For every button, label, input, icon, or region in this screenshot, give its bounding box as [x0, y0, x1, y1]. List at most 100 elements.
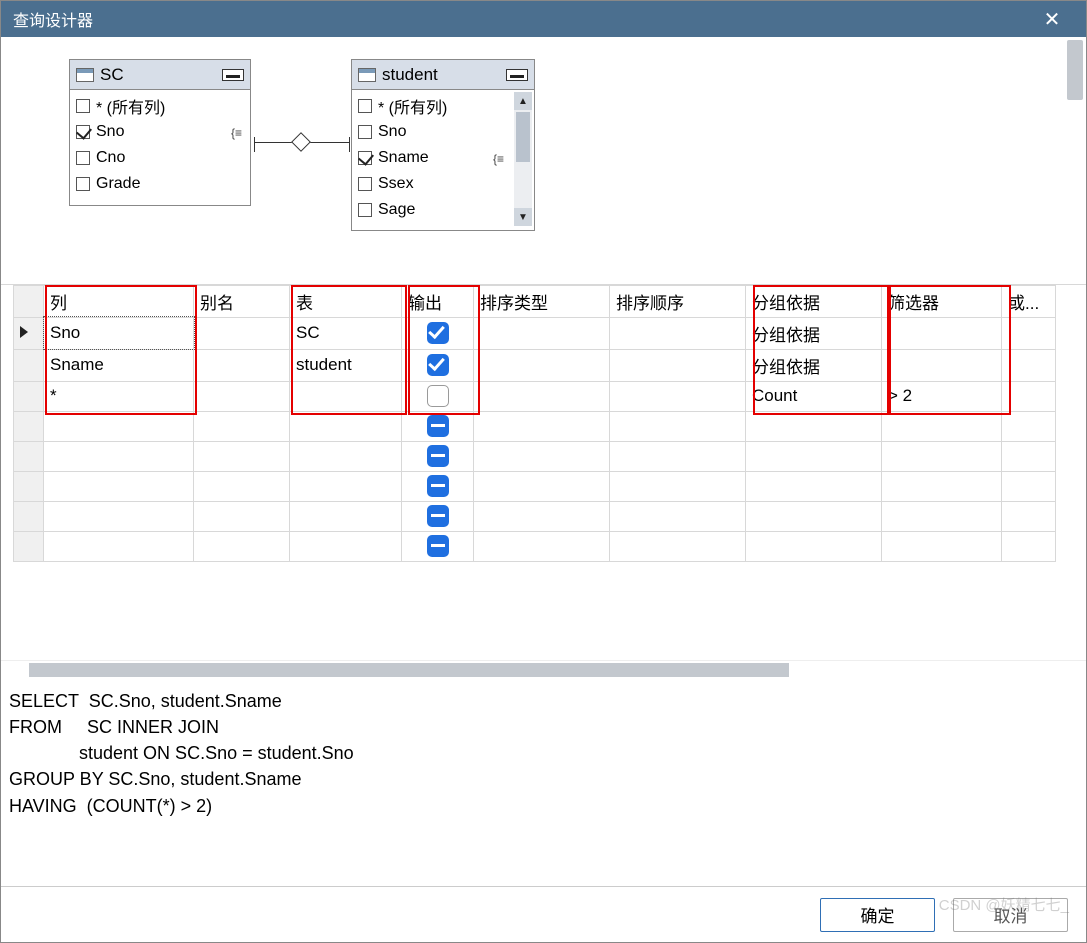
grid-cell-output[interactable]	[402, 501, 474, 531]
grid-header-filter[interactable]: 筛选器	[882, 285, 1002, 317]
grid-cell[interactable]	[1002, 471, 1056, 501]
grid-cell[interactable]	[474, 501, 610, 531]
col-sc-sno[interactable]: Sno{≡	[70, 119, 250, 145]
ok-button[interactable]: 确定	[820, 898, 935, 932]
grid-header-groupby[interactable]: 分组依据	[746, 285, 882, 317]
grid-cell[interactable]	[474, 349, 610, 381]
grid-row[interactable]	[14, 441, 1056, 471]
grid-cell[interactable]	[474, 441, 610, 471]
table-box-student[interactable]: student * (所有列) Sno Sname{≡ Ssex Sage ▲ …	[351, 59, 535, 231]
grid-header-sorttype[interactable]: 排序类型	[474, 285, 610, 317]
grid-cell[interactable]	[1002, 441, 1056, 471]
grid-cell[interactable]	[474, 411, 610, 441]
col-student-sname[interactable]: Sname{≡	[352, 145, 512, 171]
table-box-sc[interactable]: SC * (所有列) Sno{≡ Cno Grade	[69, 59, 251, 206]
grid-row[interactable]: Sname student 分组依据	[14, 349, 1056, 381]
grid-cell[interactable]	[290, 531, 402, 561]
scroll-up-icon[interactable]: ▲	[514, 92, 532, 110]
grid-cell-output[interactable]	[402, 411, 474, 441]
grid-cell[interactable]	[610, 349, 746, 381]
grid-cell[interactable]: 分组依据	[746, 349, 882, 381]
grid-header-or[interactable]: 或...	[1002, 285, 1056, 317]
grid-cell[interactable]	[746, 411, 882, 441]
output-checkbox[interactable]	[427, 385, 449, 407]
grid-row[interactable]	[14, 501, 1056, 531]
grid-row[interactable]	[14, 531, 1056, 561]
sql-pane[interactable]: SELECT SC.Sno, student.Sname FROM SC INN…	[1, 678, 1086, 886]
criteria-grid[interactable]: 列 别名 表 输出 排序类型 排序顺序 分组依据 筛选器 或... SnoSC分…	[13, 285, 1056, 562]
grid-cell[interactable]	[610, 317, 746, 349]
grid-cell[interactable]	[882, 349, 1002, 381]
grid-cell[interactable]	[1002, 349, 1056, 381]
output-checkbox[interactable]	[427, 415, 449, 437]
minimize-icon[interactable]	[222, 69, 244, 81]
grid-cell[interactable]: Sname	[44, 349, 194, 381]
col-sc-grade[interactable]: Grade	[70, 171, 250, 197]
grid-cell[interactable]	[194, 317, 290, 349]
grid-cell[interactable]: SC	[290, 317, 402, 349]
grid-cell[interactable]	[610, 471, 746, 501]
grid-cell[interactable]: *	[44, 381, 194, 411]
scroll-thumb[interactable]	[1067, 40, 1083, 100]
grid-cell[interactable]	[44, 501, 194, 531]
grid-cell-output[interactable]	[402, 381, 474, 411]
close-icon[interactable]: ✕	[1030, 1, 1074, 37]
grid-cell[interactable]	[44, 411, 194, 441]
output-checkbox[interactable]	[427, 354, 449, 376]
grid-header-col[interactable]: 列	[44, 285, 194, 317]
col-student-ssex[interactable]: Ssex	[352, 171, 512, 197]
grid-cell[interactable]	[882, 471, 1002, 501]
grid-cell[interactable]	[44, 531, 194, 561]
grid-cell[interactable]	[882, 441, 1002, 471]
grid-cell[interactable]	[1002, 531, 1056, 561]
scroll-thumb[interactable]	[516, 112, 530, 162]
grid-cell[interactable]	[474, 531, 610, 561]
grid-row[interactable]	[14, 411, 1056, 441]
grid-header-output[interactable]: 输出	[402, 285, 474, 317]
grid-cell-output[interactable]	[402, 441, 474, 471]
grid-cell[interactable]	[610, 501, 746, 531]
grid-cell[interactable]	[882, 501, 1002, 531]
grid-cell[interactable]	[290, 441, 402, 471]
grid-cell-output[interactable]	[402, 531, 474, 561]
output-checkbox[interactable]	[427, 505, 449, 527]
col-sc-cno[interactable]: Cno	[70, 145, 250, 171]
cancel-button[interactable]: 取消	[953, 898, 1068, 932]
grid-cell[interactable]	[194, 441, 290, 471]
diagram-scrollbar[interactable]	[1067, 40, 1083, 643]
grid-header-sortorder[interactable]: 排序顺序	[610, 285, 746, 317]
output-checkbox[interactable]	[427, 535, 449, 557]
col-sc-allcols[interactable]: * (所有列)	[70, 93, 250, 119]
grid-cell[interactable]	[1002, 411, 1056, 441]
grid-cell[interactable]	[44, 441, 194, 471]
grid-row[interactable]: *Count> 2	[14, 381, 1056, 411]
output-checkbox[interactable]	[427, 475, 449, 497]
output-checkbox[interactable]	[427, 445, 449, 467]
scroll-down-icon[interactable]: ▼	[514, 208, 532, 226]
grid-cell[interactable]	[1002, 317, 1056, 349]
grid-cell[interactable]	[474, 317, 610, 349]
grid-cell[interactable]	[290, 501, 402, 531]
grid-cell[interactable]	[194, 411, 290, 441]
col-student-sage[interactable]: Sage	[352, 197, 512, 223]
grid-cell[interactable]	[194, 471, 290, 501]
grid-cell[interactable]	[290, 471, 402, 501]
grid-cell[interactable]: student	[290, 349, 402, 381]
table-scrollbar[interactable]: ▲ ▼	[514, 92, 532, 226]
grid-cell[interactable]	[1002, 501, 1056, 531]
grid-cell[interactable]	[746, 441, 882, 471]
grid-header-alias[interactable]: 别名	[194, 285, 290, 317]
col-student-sno[interactable]: Sno	[352, 119, 512, 145]
grid-cell[interactable]	[194, 381, 290, 411]
grid-cell[interactable]	[1002, 381, 1056, 411]
grid-row[interactable]: SnoSC分组依据	[14, 317, 1056, 349]
join-diamond-icon[interactable]	[291, 132, 311, 152]
grid-row[interactable]	[14, 471, 1056, 501]
grid-cell[interactable]	[882, 317, 1002, 349]
grid-cell[interactable]	[290, 381, 402, 411]
grid-cell[interactable]	[610, 531, 746, 561]
grid-cell[interactable]	[610, 411, 746, 441]
grid-horizontal-scrollbar[interactable]	[1, 660, 1086, 678]
grid-cell[interactable]	[882, 411, 1002, 441]
grid-cell[interactable]	[746, 501, 882, 531]
